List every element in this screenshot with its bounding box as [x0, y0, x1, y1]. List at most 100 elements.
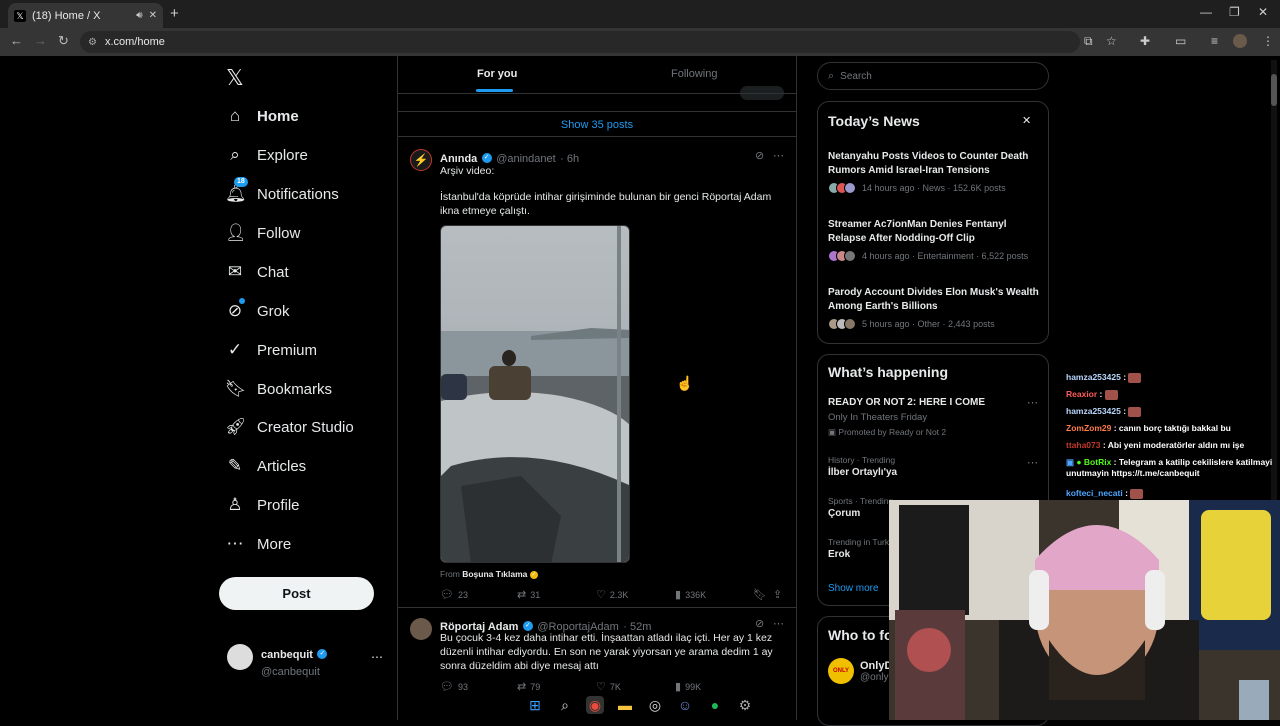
- trend-title: Çorum: [828, 508, 861, 519]
- show-more-link[interactable]: Show more: [828, 583, 879, 594]
- post-video[interactable]: [440, 225, 630, 563]
- scrollbar-thumb[interactable]: [1271, 74, 1277, 106]
- person-icon: ♙: [227, 495, 243, 514]
- bookmark-button[interactable]: 🔖︎: [753, 588, 771, 601]
- suggestion-avatar[interactable]: ONLY: [828, 658, 854, 684]
- trend-item[interactable]: Trending in Turkey Erok: [828, 537, 898, 560]
- sidepanel-icon[interactable]: ▭: [1175, 34, 1186, 48]
- trend-more-icon[interactable]: ⋯: [1027, 456, 1038, 469]
- search-input[interactable]: ⌕ Search: [817, 62, 1049, 90]
- nav-notifications[interactable]: 🔔︎ 18 Notifications: [225, 177, 339, 209]
- nav-follow[interactable]: 👤︎ Follow: [225, 218, 300, 248]
- reading-list-icon[interactable]: ≡: [1211, 34, 1218, 48]
- address-bar[interactable]: ⚙ x.com/home: [80, 31, 1080, 53]
- news-item[interactable]: Parody Account Divides Elon Musk's Wealt…: [828, 286, 1043, 330]
- grok-action-icon[interactable]: ⊘: [755, 617, 764, 630]
- suggestion-handle: @only: [860, 672, 889, 683]
- new-tab-button[interactable]: +: [170, 5, 179, 22]
- news-title: Streamer Ac7ionMan Denies Fentanyl Relap…: [828, 219, 1007, 244]
- account-avatar[interactable]: [227, 644, 253, 670]
- view-count: 336K: [685, 589, 707, 600]
- news-item[interactable]: Streamer Ac7ionMan Denies Fentanyl Relap…: [828, 218, 1043, 262]
- verified-icon: ✓: [317, 648, 328, 659]
- news-meta-row: 5 hours ago · Other · 2,443 posts: [828, 318, 1043, 330]
- speaker-icon[interactable]: 🔊︎: [136, 10, 142, 21]
- home-icon: ⌂: [229, 106, 241, 125]
- extensions-icon[interactable]: ✚: [1140, 34, 1150, 48]
- gold-verified-icon: ✓: [529, 570, 538, 579]
- x-logo-icon[interactable]: 𝕏: [226, 65, 244, 91]
- views-button[interactable]: ▮ 336K: [675, 588, 706, 601]
- post-avatar[interactable]: ⚡: [410, 149, 432, 171]
- install-icon[interactable]: ⧉: [1084, 34, 1093, 49]
- nav-notifications-label: Notifications: [257, 185, 339, 203]
- minimize-icon[interactable]: —: [1200, 5, 1212, 19]
- nav-explore[interactable]: ⌕ Explore: [225, 140, 308, 170]
- grok-action-icon[interactable]: ⊘: [755, 149, 764, 162]
- chrome-icon[interactable]: ◉: [586, 696, 604, 714]
- bookmark-icon: 🔖︎: [225, 379, 247, 398]
- trend-subtitle: Only In Theaters Friday: [828, 412, 928, 423]
- trend-more-icon[interactable]: ⋯: [1027, 396, 1038, 409]
- file-explorer-icon[interactable]: ▬: [616, 696, 634, 714]
- active-tab-indicator: [476, 89, 513, 92]
- post-more-icon[interactable]: ⋯: [773, 149, 784, 162]
- repost-button[interactable]: ⇄ 31: [517, 588, 540, 601]
- nav-home-label: Home: [257, 107, 299, 125]
- reload-icon[interactable]: ↻: [58, 33, 69, 49]
- show-posts-button[interactable]: Show 35 posts: [398, 111, 796, 137]
- trend-title: READY OR NOT 2: HERE I COME: [828, 397, 986, 408]
- nav-premium[interactable]: ✓ Premium: [225, 335, 317, 365]
- post-button[interactable]: Post: [219, 577, 374, 610]
- tab-following[interactable]: Following: [671, 68, 717, 80]
- chat-message: ttaha073 : Abi yeni moderatörler aldın m…: [1066, 440, 1245, 450]
- account-handle: @canbequit: [261, 666, 320, 678]
- spotify-icon[interactable]: ●: [706, 696, 724, 714]
- back-icon[interactable]: ←: [10, 33, 23, 48]
- tab-close-icon[interactable]: ✕: [149, 10, 157, 21]
- post-avatar[interactable]: [410, 618, 432, 640]
- share-button[interactable]: ⇪: [773, 588, 786, 601]
- account-more-icon[interactable]: ⋯: [371, 650, 383, 664]
- discord-icon[interactable]: ☺: [676, 696, 694, 714]
- verified-icon: ✓: [481, 152, 492, 163]
- nav-creator-studio[interactable]: 🚀︎ Creator Studio: [225, 412, 354, 442]
- todays-news-header: Today’s News: [828, 113, 920, 129]
- nav-chat[interactable]: ✉ Chat: [225, 257, 289, 287]
- reply-count: 23: [457, 589, 468, 600]
- nav-home[interactable]: ⌂ Home: [225, 101, 299, 131]
- article-icon: ✎: [227, 456, 243, 475]
- browser-tab[interactable]: 𝕏 (18) Home / X 🔊︎ ✕: [8, 3, 163, 28]
- forward-icon[interactable]: →: [34, 33, 47, 48]
- maximize-icon[interactable]: ❐: [1229, 5, 1240, 19]
- taskbar-search-icon[interactable]: ⌕: [556, 696, 574, 714]
- nav-grok[interactable]: ⊘ Grok: [225, 296, 290, 326]
- obs-icon[interactable]: ◎: [646, 696, 664, 714]
- close-window-icon[interactable]: ✕: [1258, 5, 1268, 19]
- news-item[interactable]: Netanyahu Posts Videos to Counter Death …: [828, 150, 1043, 194]
- close-news-icon[interactable]: ✕: [1022, 114, 1031, 127]
- account-switcher[interactable]: canbequit ✓ @canbequit: [261, 645, 328, 678]
- nav-profile[interactable]: ♙ Profile: [225, 490, 299, 520]
- reply-button[interactable]: 💬︎ 23: [440, 588, 468, 601]
- tab-for-you[interactable]: For you: [477, 68, 517, 80]
- post-more-icon[interactable]: ⋯: [773, 617, 784, 630]
- from-account[interactable]: Boşuna Tıklama: [462, 569, 527, 579]
- emote-icon: [1128, 406, 1142, 417]
- trend-title: İlber Ortaylı'ya: [828, 467, 898, 478]
- suggestion-account[interactable]: OnlyD @only: [860, 660, 892, 683]
- trend-item[interactable]: READY OR NOT 2: HERE I COME Only In Thea…: [828, 397, 985, 438]
- trend-item[interactable]: Sports · Trending Çorum: [828, 496, 893, 519]
- windows-start-icon[interactable]: ⊞: [526, 696, 544, 714]
- star-icon[interactable]: ☆: [1106, 34, 1117, 48]
- site-info-icon[interactable]: ⚙: [88, 37, 97, 48]
- nav-bookmarks[interactable]: 🔖︎ Bookmarks: [225, 374, 332, 404]
- profile-avatar-icon[interactable]: [1233, 34, 1247, 48]
- reply-button[interactable]: 💬︎ 93: [440, 680, 468, 693]
- like-button[interactable]: ♡ 2.3K: [596, 588, 628, 601]
- settings-gear-icon[interactable]: ⚙: [736, 696, 754, 714]
- trend-item[interactable]: History · Trending İlber Ortaylı'ya: [828, 455, 897, 478]
- nav-articles[interactable]: ✎ Articles: [225, 451, 306, 481]
- menu-icon[interactable]: ⋮: [1262, 34, 1274, 48]
- nav-more[interactable]: ⋯ More: [225, 529, 292, 559]
